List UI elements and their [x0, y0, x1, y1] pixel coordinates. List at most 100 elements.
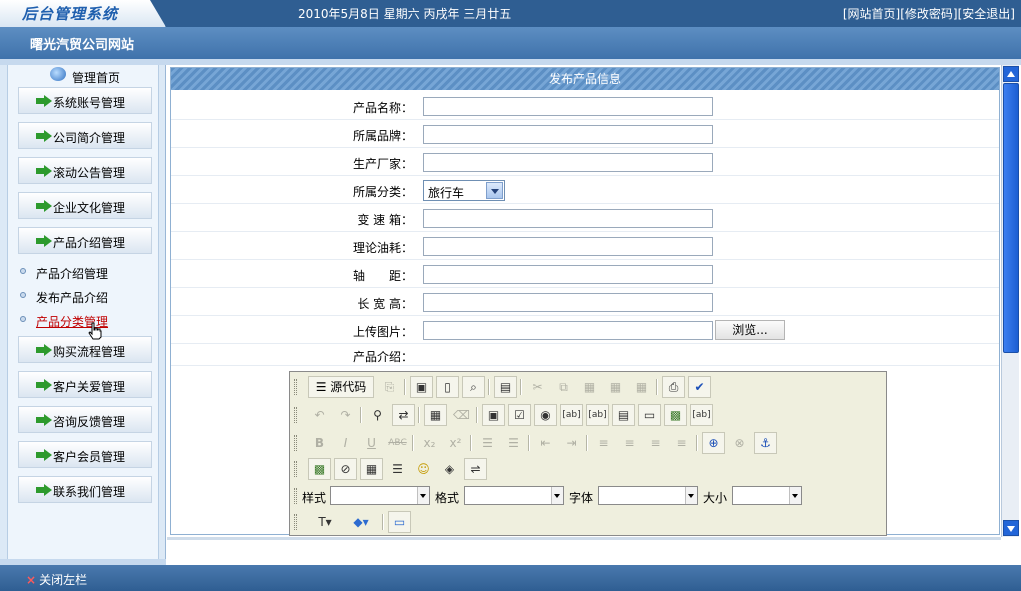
image-icon: ▩	[313, 462, 326, 476]
horizontal-scrollbar[interactable]	[167, 537, 1001, 540]
logo-tab: 后台管理系统	[0, 0, 166, 27]
menu-feedback[interactable]: 咨询反馈管理	[18, 406, 152, 433]
scroll-up-icon[interactable]	[1003, 66, 1019, 82]
gearbox-input[interactable]	[423, 209, 713, 228]
image-button-button[interactable]: ▩	[664, 404, 687, 426]
unlink-button[interactable]: ⊗	[728, 432, 751, 454]
fuel-consumption-input[interactable]	[423, 237, 713, 256]
image-button[interactable]: ▩	[308, 458, 331, 480]
menu-product-intro[interactable]: 产品介绍管理	[18, 227, 152, 254]
textarea-button[interactable]: [ab]	[586, 404, 609, 426]
sidebar-home[interactable]: 管理首页	[8, 65, 160, 85]
menu-members[interactable]: 客户会员管理	[18, 441, 152, 468]
form-button[interactable]: ▣	[482, 404, 505, 426]
background-color-button[interactable]: ◆▾	[344, 511, 378, 533]
show-blocks-button[interactable]: ▭	[388, 511, 411, 533]
print-preview-button[interactable]: ⌕	[462, 376, 485, 398]
text-color-button[interactable]: T▾	[308, 511, 342, 533]
scroll-down-icon[interactable]	[1003, 520, 1019, 536]
hidden-field-button[interactable]: [ab]	[690, 404, 713, 426]
outdent-button[interactable]: ⇤	[534, 432, 557, 454]
vertical-scrollbar[interactable]	[1001, 65, 1019, 537]
align-right-button[interactable]: ≡	[644, 432, 667, 454]
justify-button[interactable]: ≡	[670, 432, 693, 454]
product-name-input[interactable]	[423, 97, 713, 116]
menu-company-intro[interactable]: 公司简介管理	[18, 122, 152, 149]
replace-button[interactable]: ⇄	[392, 404, 415, 426]
new-page-button[interactable]: ▯	[436, 376, 459, 398]
insert-button-button[interactable]: ▭	[638, 404, 661, 426]
size-combo[interactable]	[732, 486, 802, 505]
source-button[interactable]: ☰ 源代码	[308, 376, 374, 398]
menu-system-accounts[interactable]: 系统账号管理	[18, 87, 152, 114]
menu-scroll-notice[interactable]: 滚动公告管理	[18, 157, 152, 184]
remove-format-button[interactable]: ⌫	[450, 404, 473, 426]
textfield-button[interactable]: [ab]	[560, 404, 583, 426]
preview-doc-button[interactable]: ⎘	[378, 376, 401, 398]
strike-button[interactable]: ABC	[386, 432, 409, 454]
copy-button[interactable]: ⧉	[552, 376, 575, 398]
table-button[interactable]: ▦	[360, 458, 383, 480]
submenu-product-intro[interactable]: 产品介绍管理	[20, 263, 150, 281]
brand-input[interactable]	[423, 125, 713, 144]
superscript-button[interactable]: x²	[444, 432, 467, 454]
scroll-thumb[interactable]	[1003, 83, 1019, 353]
page-break-button[interactable]: ⇌	[464, 458, 487, 480]
horizontal-rule-button[interactable]: ☰	[386, 458, 409, 480]
unordered-list-button[interactable]: ☰	[502, 432, 525, 454]
submenu-publish-product[interactable]: 发布产品介绍	[20, 287, 150, 305]
special-char-button[interactable]: ◈	[438, 458, 461, 480]
field-label: 产品介绍：	[352, 350, 413, 364]
select-all-button[interactable]: ▦	[424, 404, 447, 426]
select-field-button[interactable]: ▤	[612, 404, 635, 426]
link-button[interactable]: ⊕	[702, 432, 725, 454]
redo-button[interactable]: ↷	[334, 404, 357, 426]
menu-contact[interactable]: 联系我们管理	[18, 476, 152, 503]
spellcheck-button[interactable]: ✔	[688, 376, 711, 398]
checkbox-button[interactable]: ☑	[508, 404, 531, 426]
arrow-right-icon	[36, 130, 52, 142]
subscript-button[interactable]: x₂	[418, 432, 441, 454]
templates-button[interactable]: ▤	[494, 376, 517, 398]
chevron-down-icon[interactable]	[486, 182, 503, 199]
flash-button[interactable]: ⊘	[334, 458, 357, 480]
indent-button[interactable]: ⇥	[560, 432, 583, 454]
cut-button[interactable]: ✂	[526, 376, 549, 398]
browse-button[interactable]: 浏览...	[715, 320, 785, 340]
format-combo[interactable]	[464, 486, 564, 505]
style-combo[interactable]	[330, 486, 430, 505]
align-left-button[interactable]: ≡	[592, 432, 615, 454]
change-password-link[interactable]: [修改密码]	[900, 7, 957, 21]
paste-button[interactable]: ▦	[578, 376, 601, 398]
ordered-list-button[interactable]: ☰	[476, 432, 499, 454]
paste-word-button[interactable]: ▦	[630, 376, 653, 398]
find-button[interactable]: ⚲	[366, 404, 389, 426]
bold-button[interactable]: B	[308, 432, 331, 454]
save-button[interactable]: ▣	[410, 376, 433, 398]
italic-button[interactable]: I	[334, 432, 357, 454]
radio-button[interactable]: ◉	[534, 404, 557, 426]
menu-customer-care[interactable]: 客户关爱管理	[18, 371, 152, 398]
close-sidebar-button[interactable]: × 关闭左栏	[26, 571, 87, 588]
anchor-button[interactable]: ⚓	[754, 432, 777, 454]
underline-button[interactable]: U	[360, 432, 383, 454]
align-center-button[interactable]: ≡	[618, 432, 641, 454]
menu-culture[interactable]: 企业文化管理	[18, 192, 152, 219]
upload-path-input[interactable]	[423, 321, 713, 340]
manufacturer-input[interactable]	[423, 153, 713, 172]
submenu-product-category[interactable]: 产品分类管理	[20, 311, 150, 329]
category-select[interactable]: 旅行车	[423, 180, 505, 201]
undo-button[interactable]: ↶	[308, 404, 331, 426]
menu-purchase-flow[interactable]: 购买流程管理	[18, 336, 152, 363]
logout-link[interactable]: [安全退出]	[958, 7, 1015, 21]
main-content: 发布产品信息 产品名称： 所属品牌： 生产厂家： 所属分类： 旅行车 变 速 箱…	[167, 65, 1021, 559]
dimensions-input[interactable]	[423, 293, 713, 312]
smiley-button[interactable]: ☺	[412, 458, 435, 480]
wheelbase-input[interactable]	[423, 265, 713, 284]
logo: 后台管理系统	[22, 5, 119, 23]
font-combo[interactable]	[598, 486, 698, 505]
print-button[interactable]: ⎙	[662, 376, 685, 398]
site-home-link[interactable]: [网站首页]	[843, 7, 900, 21]
submenu-label: 发布产品介绍	[36, 291, 109, 305]
paste-text-button[interactable]: ▦	[604, 376, 627, 398]
